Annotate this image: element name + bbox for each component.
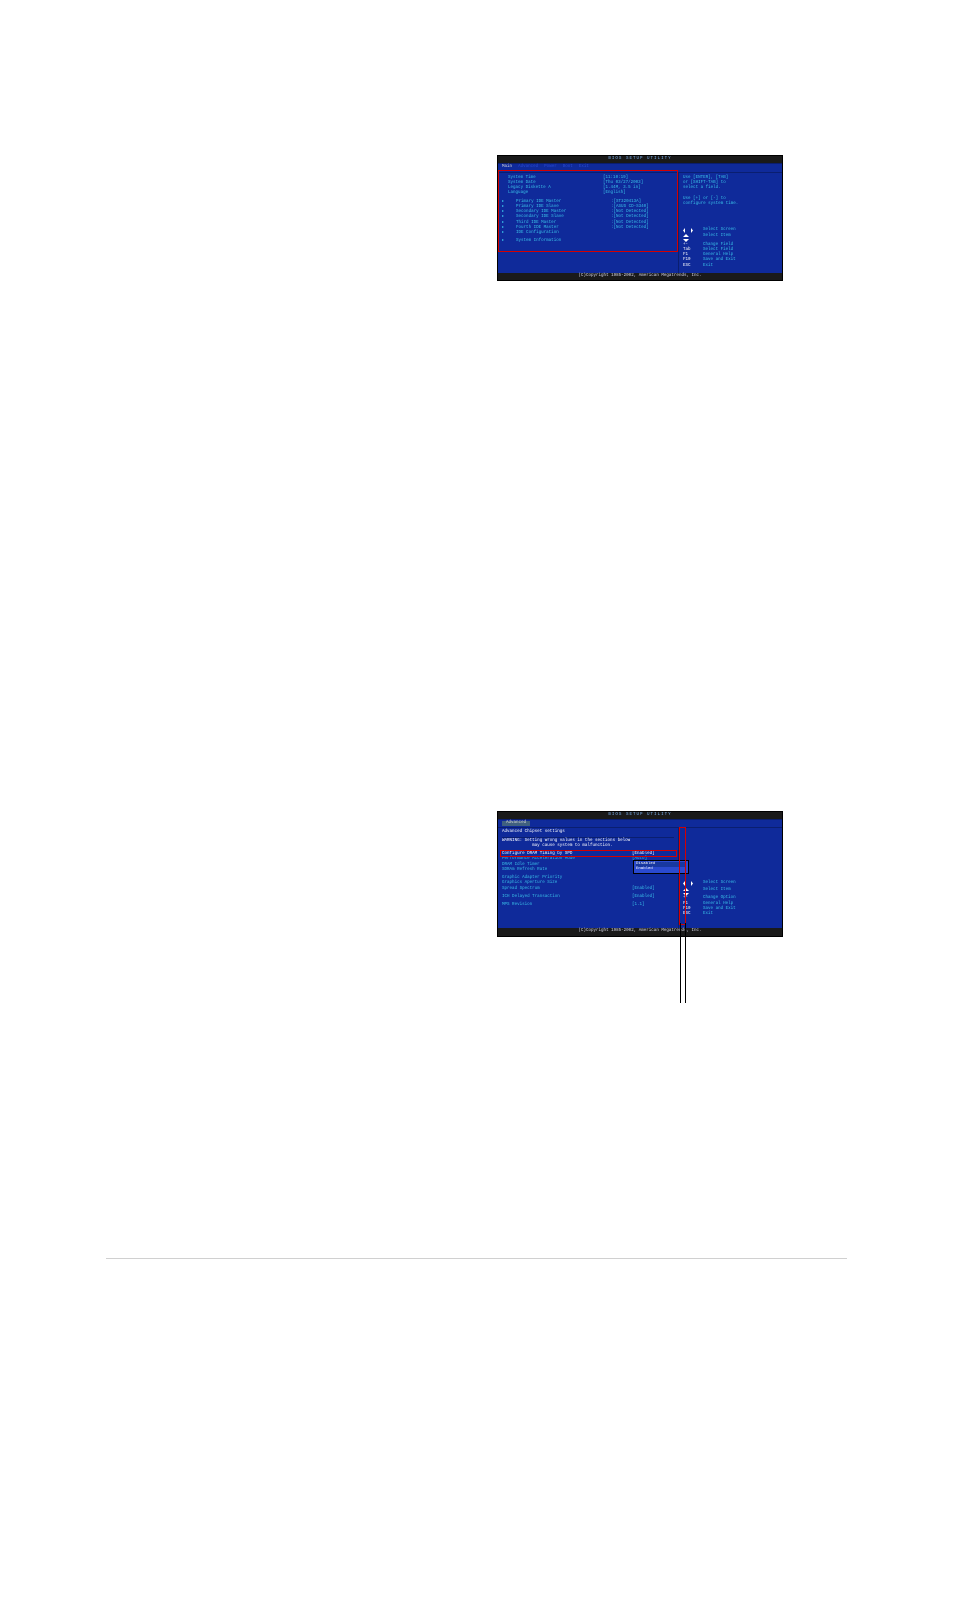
legend-text: Select Item [703,234,731,242]
enable-disable-popup[interactable]: DisabledEnabled [633,860,689,874]
bios-advanced-screenshot: BIOS SETUP UTILITY Advanced Advanced Chi… [497,811,783,937]
bios-rightpane: Use [ENTER], [TAB]or [SHIFT-TAB] toselec… [678,173,782,273]
page-footer-rule [106,1258,847,1259]
setting-value: [English] [603,191,626,196]
legend-text: Exit [703,912,713,917]
bios-rightpane: Select ScreenSelect Item+-Change OptionF… [678,828,782,928]
setting-label: Spread Spectrum [502,887,632,892]
bios-main-screenshot: BIOS SETUP UTILITY Main Advanced Power Boot… [497,155,783,281]
bios-kb-legend: Select ScreenSelect Item+-Change OptionF… [683,881,778,917]
bios-copyright: (C)Copyright 1985-2002, American Megatre… [498,928,782,935]
chipset-heading: Advanced Chipset settings [502,830,674,835]
setting-row[interactable]: Spread Spectrum[Enabled] [502,887,674,892]
callout-leader [685,923,686,1003]
setting-value: [Enabled] [632,887,655,892]
setting-row[interactable]: ▸System Information [502,239,674,244]
setting-label: System Information [508,239,611,244]
legend-row: ESCExit [683,264,778,269]
setting-value: [Enabled] [632,895,655,900]
bios-leftpane: System Time[11:10:19]System Date[Thu 03/… [498,173,678,273]
legend-text: Exit [703,264,713,269]
legend-key [683,234,703,242]
legend-row: Select Item [683,234,778,242]
menu-tab-advanced[interactable]: Advanced [518,165,538,170]
menu-tab-power[interactable]: Power [544,165,557,170]
chipset-warning: WARNING: Setting wrong values in the sec… [502,839,674,850]
setting-label: Language [508,191,603,196]
setting-value: [1.1] [632,903,645,908]
legend-key: ESC [683,912,703,917]
bios-help-text: Use [ENTER], [TAB]or [SHIFT-TAB] toselec… [683,176,778,228]
legend-key: ESC [683,264,703,269]
setting-label: SDRAm Refresh Rate [502,868,632,873]
setting-value: :[Not Detected] [611,226,649,231]
bios-kb-legend: Select ScreenSelect Item+-Change FieldTa… [683,228,778,269]
setting-label: MPS Revision [502,903,632,908]
bios-leftpane: Advanced Chipset settings WARNING: Setti… [498,828,678,928]
bios-menubar: Advanced [498,820,782,828]
menu-tab-advanced: Advanced [502,821,530,826]
bios-title: BIOS SETUP UTILITY [498,812,782,820]
menu-tab-exit[interactable]: Exit [579,165,589,170]
callout-leader [680,923,681,1003]
help-line: configure system time. [683,202,778,207]
setting-label: IDE Configuration [508,231,611,236]
setting-row[interactable]: ICH Delayed Transaction[Enabled] [502,895,674,900]
setting-row[interactable]: MPS Revision[1.1] [502,903,674,908]
legend-key [683,228,703,235]
legend-key [683,881,703,888]
setting-label: ICH Delayed Transaction [502,895,632,900]
bios-copyright: (C)Copyright 1985-2002, American Megatre… [498,273,782,280]
menu-tab-main[interactable]: Main [502,165,512,170]
bios-menubar: Main Advanced Power Boot Exit [498,164,782,172]
menu-tab-boot[interactable]: Boot [563,165,573,170]
popup-option[interactable]: Enabled [636,867,686,872]
legend-row: ESCExit [683,912,778,917]
legend-key [683,888,703,896]
bios-title: BIOS SETUP UTILITY [498,156,782,164]
